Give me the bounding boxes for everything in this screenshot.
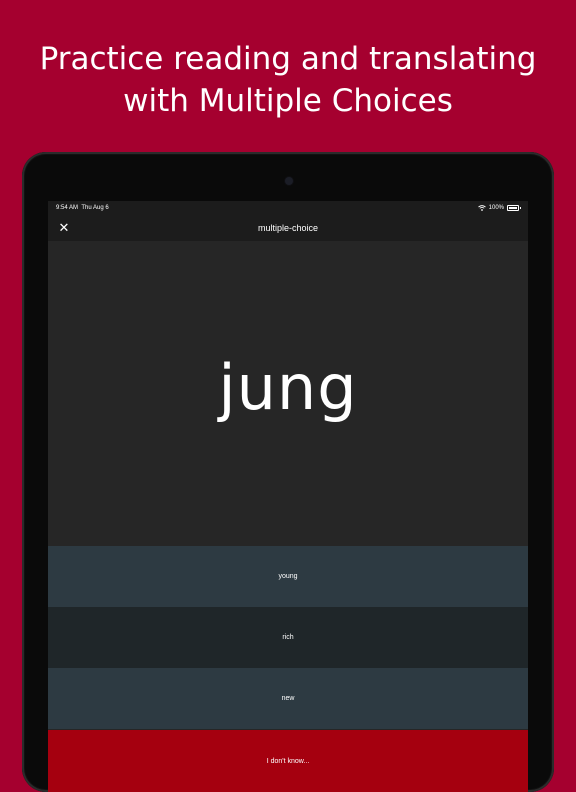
status-time: 9:54 AM [56,205,79,211]
status-time-date: 9:54 AM Thu Aug 6 [56,205,109,211]
answer-option-rich[interactable]: rich [48,607,528,668]
dont-know-label: I don't know... [266,757,310,765]
battery-icon [507,205,521,211]
answer-option-new[interactable]: new [48,668,528,729]
prompt-word: jung [218,351,358,424]
answer-option-label: rich [282,634,294,641]
status-bar: 9:54 AM Thu Aug 6 100% [48,201,528,215]
word-card: jung [48,241,528,546]
answer-option-label: new [281,695,295,702]
wifi-icon [477,205,486,211]
status-right: 100% [477,205,521,211]
marketing-headline: Practice reading and translating with Mu… [0,38,576,122]
ipad-frame: 9:54 AM Thu Aug 6 100% ✕ multiple-choice… [22,152,554,792]
answer-option-label: young [278,573,298,580]
nav-title: multiple-choice [257,223,319,233]
camera-icon [285,177,293,185]
app-screen: 9:54 AM Thu Aug 6 100% ✕ multiple-choice… [48,201,528,792]
nav-bar: ✕ multiple-choice [48,215,528,241]
status-date: Thu Aug 6 [81,205,109,211]
headline-line-2: with Multiple Choices [123,83,453,119]
dont-know-button[interactable]: I don't know... [48,730,528,792]
answer-option-young[interactable]: young [48,546,528,607]
headline-line-1: Practice reading and translating [39,41,537,77]
battery-percent: 100% [488,205,504,211]
